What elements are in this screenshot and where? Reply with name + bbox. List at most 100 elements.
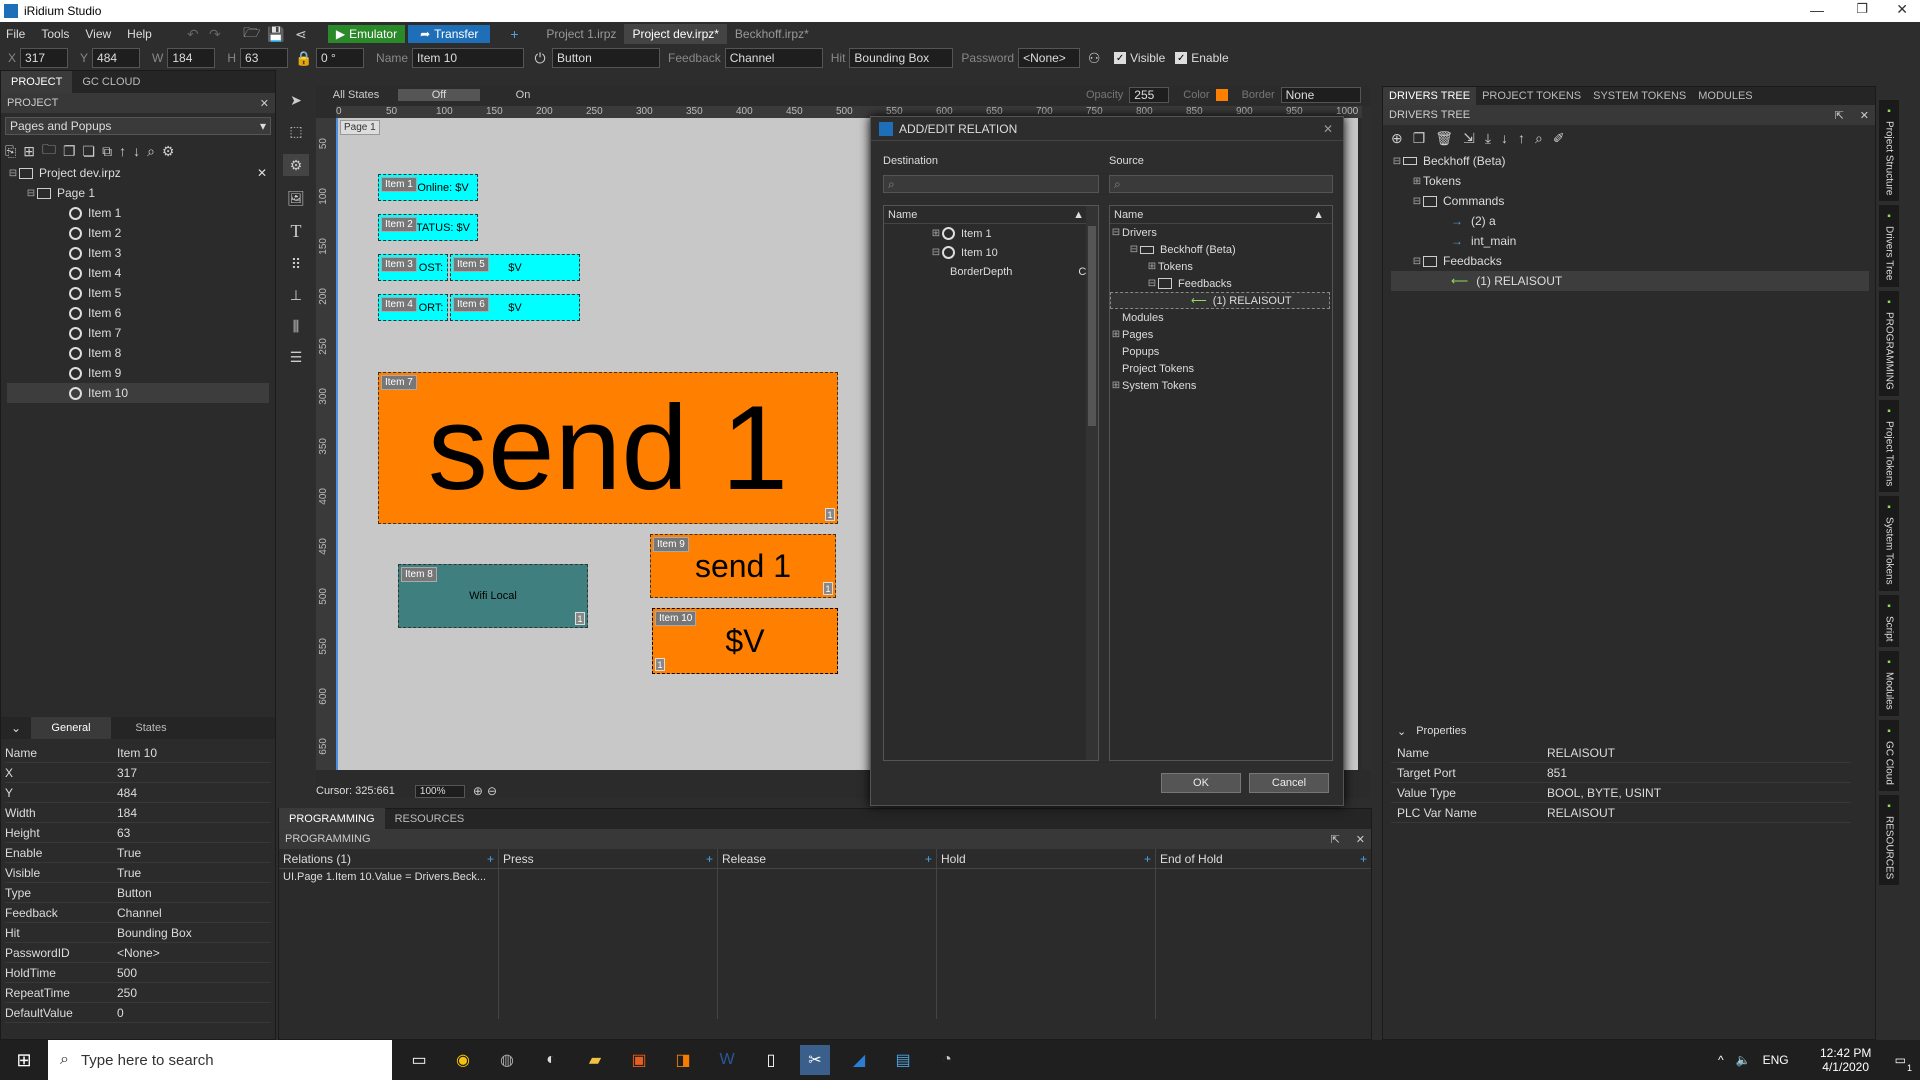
- tab-project1[interactable]: Project 1.irpz: [538, 24, 624, 44]
- word-icon[interactable]: W: [712, 1045, 742, 1075]
- volume-icon[interactable]: 🔈: [1736, 1053, 1751, 1067]
- side-tab[interactable]: ▪ Modules: [1879, 651, 1899, 717]
- side-tab[interactable]: ▪ System Tokens: [1879, 496, 1899, 591]
- users-icon[interactable]: ⚇: [1084, 50, 1104, 67]
- state-off[interactable]: Off: [398, 89, 480, 101]
- property-row[interactable]: Width 184: [5, 803, 271, 823]
- add-icon[interactable]: +: [925, 852, 932, 866]
- close-icon[interactable]: ✕: [1896, 1, 1908, 18]
- save-icon[interactable]: 💾: [264, 26, 288, 43]
- delete-icon[interactable]: 🗑: [1435, 130, 1453, 147]
- tab-system-tokens[interactable]: SYSTEM TOKENS: [1587, 87, 1692, 105]
- item-8[interactable]: Item 8 Wifi Local 1: [398, 564, 588, 628]
- property-value[interactable]: 500: [117, 966, 137, 980]
- tab-gc-cloud[interactable]: GC CLOUD: [72, 71, 150, 93]
- open-folder-icon[interactable]: 🗁: [240, 22, 264, 46]
- tree-item[interactable]: Item 5: [7, 283, 275, 303]
- feedback-select[interactable]: Channel: [724, 48, 823, 68]
- move-up-icon[interactable]: ↑: [1518, 130, 1525, 146]
- property-value[interactable]: RELAISOUT: [1547, 806, 1615, 820]
- property-value[interactable]: 317: [117, 766, 137, 780]
- property-value[interactable]: Item 10: [117, 746, 157, 760]
- property-row[interactable]: Y 484: [5, 783, 271, 803]
- pin-icon[interactable]: ⇱: [1331, 833, 1340, 846]
- property-row[interactable]: Feedback Channel: [5, 903, 271, 923]
- drv-tokens[interactable]: ⊞ Tokens: [1391, 171, 1875, 191]
- app-icon[interactable]: ◔: [932, 1045, 962, 1075]
- move-up-icon[interactable]: ↑: [119, 143, 126, 159]
- close-icon[interactable]: ✕: [1860, 109, 1869, 122]
- gear-icon[interactable]: ⚙: [162, 143, 175, 160]
- property-value[interactable]: 484: [117, 786, 137, 800]
- enable-checkbox[interactable]: ✓: [1175, 52, 1188, 64]
- tab-programming[interactable]: PROGRAMMING: [279, 808, 385, 830]
- duplicate-icon[interactable]: ⧉: [102, 143, 112, 160]
- item-6[interactable]: Item 6 $V: [450, 294, 580, 321]
- app-icon[interactable]: ◍: [492, 1045, 522, 1075]
- height-input[interactable]: 63: [240, 48, 289, 68]
- property-value[interactable]: 0: [117, 1006, 124, 1020]
- tab-project[interactable]: PROJECT: [1, 71, 73, 93]
- destination-search[interactable]: ⌕: [883, 175, 1099, 193]
- add-icon[interactable]: +: [706, 852, 713, 866]
- menu-tools[interactable]: Tools: [41, 27, 69, 41]
- item-7[interactable]: Item 7 send 11: [378, 372, 838, 524]
- tree-item[interactable]: Item 6: [7, 303, 275, 323]
- zoom-select[interactable]: 100%: [414, 784, 465, 798]
- name-column-header[interactable]: Name: [888, 209, 917, 221]
- item-2[interactable]: Item 2 TATUS: $V: [378, 214, 478, 241]
- add-page-icon[interactable]: ⊞: [23, 143, 35, 160]
- tab-states[interactable]: States: [111, 717, 191, 739]
- tree-item[interactable]: Item 4: [7, 263, 275, 283]
- item-9[interactable]: Item 9 send 11: [650, 534, 836, 598]
- chrome-icon[interactable]: ◉: [448, 1045, 478, 1075]
- drv-cmd-int-main[interactable]: → int_main: [1391, 231, 1875, 251]
- property-row[interactable]: HoldTime 500: [5, 963, 271, 983]
- close-icon[interactable]: ✕: [260, 97, 269, 110]
- app-icon[interactable]: ◨: [668, 1045, 698, 1075]
- type-select[interactable]: Button: [552, 48, 661, 68]
- property-value[interactable]: BOOL, BYTE, USINT: [1547, 786, 1661, 800]
- item-1[interactable]: Item 1 Online: $V: [378, 174, 478, 201]
- add-icon[interactable]: +: [487, 852, 494, 866]
- windows-start-icon[interactable]: ⊞: [0, 1045, 48, 1075]
- distribute-icon[interactable]: ⫼: [293, 318, 299, 335]
- tree-item[interactable]: Item 8: [7, 343, 275, 363]
- tree-item[interactable]: Item 10: [7, 383, 269, 403]
- tab-drivers-tree[interactable]: DRIVERS TREE: [1383, 87, 1477, 105]
- restore-icon[interactable]: ❐: [1856, 1, 1868, 17]
- side-tab[interactable]: ▪ Project Structure: [1879, 100, 1899, 202]
- state-on[interactable]: On: [482, 89, 564, 101]
- src-relaisout[interactable]: ⟵ (1) RELAISOUT: [1110, 292, 1330, 309]
- ok-button[interactable]: OK: [1161, 773, 1241, 793]
- task-view-icon[interactable]: ▭: [404, 1045, 434, 1075]
- pages-dropdown[interactable]: Pages and Popups ▾: [5, 117, 271, 135]
- visible-checkbox[interactable]: ✓: [1114, 52, 1127, 64]
- close-icon[interactable]: ✕: [1323, 122, 1333, 136]
- move-down-icon[interactable]: ↓: [1501, 130, 1508, 146]
- tree-root[interactable]: ⊟ Project dev.irpz ✕: [7, 163, 275, 183]
- side-tab[interactable]: ▪ PROGRAMMING: [1879, 290, 1899, 396]
- new-icon[interactable]: ⎘: [5, 143, 16, 160]
- move-down-icon[interactable]: ↓: [133, 143, 140, 159]
- tray-chevron-icon[interactable]: ^: [1718, 1053, 1724, 1067]
- zoom-out-icon[interactable]: ⊖: [487, 784, 497, 798]
- dest-scrollbar[interactable]: [1086, 206, 1098, 760]
- property-value[interactable]: True: [117, 866, 141, 880]
- app-icon[interactable]: ◢: [844, 1045, 874, 1075]
- property-row[interactable]: Hit Bounding Box: [5, 923, 271, 943]
- paste-icon[interactable]: ❏: [83, 143, 96, 160]
- tab-project-dev[interactable]: Project dev.irpz*: [624, 24, 727, 44]
- tree-page[interactable]: ⊟ Page 1: [7, 183, 275, 203]
- src-project-tokens[interactable]: Project Tokens: [1110, 360, 1332, 377]
- tab-general[interactable]: General: [31, 717, 111, 739]
- cancel-button[interactable]: Cancel: [1249, 773, 1329, 793]
- emulator-button[interactable]: ▶ Emulator: [327, 25, 406, 43]
- x-input[interactable]: 317: [20, 48, 69, 68]
- side-tab[interactable]: ▪ GC Cloud: [1879, 720, 1899, 792]
- menu-file[interactable]: File: [6, 27, 25, 41]
- property-row[interactable]: PasswordID <None>: [5, 943, 271, 963]
- clock[interactable]: 12:42 PM 4/1/2020: [1811, 1046, 1881, 1074]
- add-icon[interactable]: +: [1360, 852, 1367, 866]
- property-value[interactable]: True: [117, 846, 141, 860]
